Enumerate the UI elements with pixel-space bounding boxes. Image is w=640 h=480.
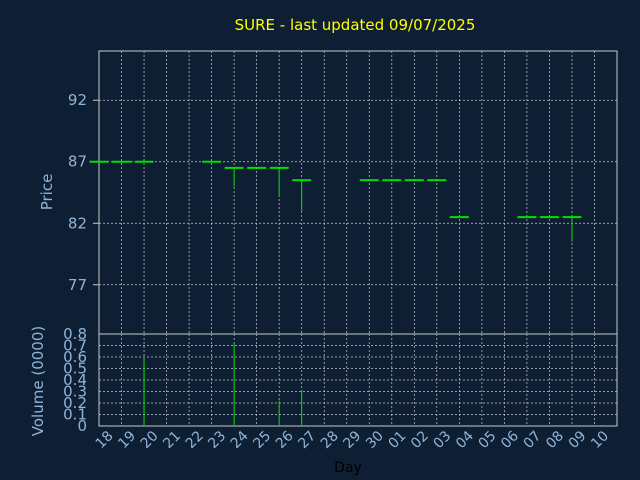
x-tick-label: 30 — [363, 428, 387, 452]
x-tick-label: 24 — [228, 428, 252, 452]
price-y-tick-label: 77 — [68, 276, 87, 294]
volume-bars — [143, 343, 303, 426]
x-tick-label: 08 — [543, 428, 567, 452]
price-y-tick-label: 82 — [68, 214, 87, 232]
volume-y-tick-label: 0.8 — [63, 325, 87, 343]
x-tick-label: 10 — [588, 428, 612, 452]
x-axis-ticks: 1819202122232425262728293001020304050607… — [93, 428, 612, 452]
x-tick-label: 20 — [138, 428, 162, 452]
x-tick-label: 19 — [115, 428, 139, 452]
price-y-tick-label: 92 — [68, 91, 87, 109]
x-tick-label: 21 — [160, 428, 184, 452]
x-tick-label: 03 — [431, 428, 455, 452]
price-panel: 77 82 87 92 Price — [38, 50, 618, 335]
x-tick-label: 26 — [273, 428, 297, 452]
x-tick-label: 01 — [385, 428, 409, 452]
price-y-ticks: 77 82 87 92 — [68, 91, 99, 294]
x-tick-label: 06 — [498, 428, 522, 452]
chart: SURE - last updated 09/07/2025 77 82 87 92 … — [29, 16, 618, 476]
price-plot-frame — [98, 50, 618, 335]
volume-y-ticks: 00.10.20.30.40.50.60.70.8 — [63, 325, 87, 435]
chart-title: SURE - last updated 09/07/2025 — [235, 16, 476, 34]
x-tick-label: 05 — [476, 428, 500, 452]
price-grid — [99, 51, 617, 334]
volume-grid — [99, 333, 617, 427]
x-tick-label: 07 — [521, 428, 545, 452]
x-tick-label: 27 — [295, 428, 319, 452]
x-axis-label: Day — [334, 460, 362, 476]
volume-panel: 00.10.20.30.40.50.60.70.8 Volume (0000) — [29, 325, 618, 436]
x-tick-label: 29 — [340, 428, 364, 452]
price-bars — [89, 159, 582, 242]
x-tick-label: 28 — [318, 428, 342, 452]
volume-axis-label: Volume (0000) — [29, 326, 47, 436]
price-y-tick-label: 87 — [68, 153, 87, 171]
x-tick-label: 09 — [566, 428, 590, 452]
x-tick-label: 04 — [453, 428, 477, 452]
x-tick-label: 18 — [93, 428, 117, 452]
x-tick-label: 23 — [205, 428, 229, 452]
x-tick-label: 22 — [183, 428, 207, 452]
x-tick-label: 25 — [250, 428, 274, 452]
price-axis-label: Price — [38, 174, 56, 211]
x-tick-label: 02 — [408, 428, 432, 452]
